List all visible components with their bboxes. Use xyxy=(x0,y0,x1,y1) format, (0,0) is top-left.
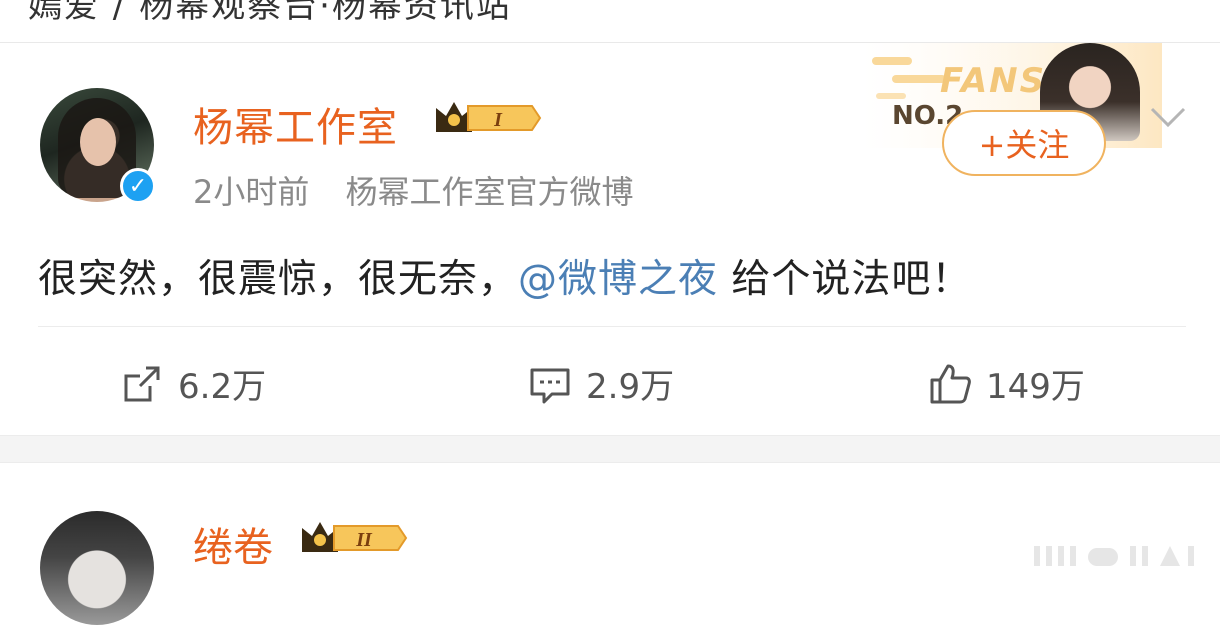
post-content: 很突然，很震惊，很无奈，@微博之夜 给个说法吧！ xyxy=(38,248,971,304)
previous-post-text: 嫣爱 / 杨幂观察台·杨幂资讯站 xyxy=(28,0,512,26)
feed-separator xyxy=(0,436,1220,463)
comment-count: 2.9万 xyxy=(586,367,675,407)
post-source: 杨幂工作室官方微博 xyxy=(345,173,634,211)
content-tail: 给个说法吧！ xyxy=(718,257,972,302)
avatar-face xyxy=(80,118,116,166)
weibo-post: ✓ 杨幂工作室 I 2小时前 杨幂工作室官方微博 很突然，很震惊，很无奈，@微博… xyxy=(0,43,1220,436)
follow-button[interactable]: +关注 xyxy=(942,110,1106,176)
comment-button[interactable]: 2.9万 xyxy=(528,359,674,408)
content-text: 很突然，很震惊，很无奈， xyxy=(38,257,519,302)
like-button[interactable]: 149万 xyxy=(928,359,1085,408)
next-level-badge-text: II xyxy=(355,529,373,551)
like-count: 149万 xyxy=(986,367,1085,407)
comment-icon xyxy=(530,368,570,403)
crown-badge-icon: II xyxy=(302,522,408,552)
watermark-icons xyxy=(1034,546,1194,566)
repost-count: 6.2万 xyxy=(178,367,267,407)
username[interactable]: 杨幂工作室 xyxy=(193,95,398,153)
verified-icon: ✓ xyxy=(120,168,156,204)
previous-post-cut: 嫣爱 / 杨幂观察台·杨幂资讯站 xyxy=(0,0,1220,43)
post-meta: 2小时前 杨幂工作室官方微博 xyxy=(193,167,634,213)
like-icon xyxy=(930,364,971,403)
crown-badge-icon: I xyxy=(436,102,542,132)
chevron-down-icon[interactable] xyxy=(1148,103,1188,133)
repost-icon xyxy=(124,366,160,401)
divider xyxy=(38,326,1186,327)
post-time: 2小时前 xyxy=(193,173,310,211)
mention-link[interactable]: @微博之夜 xyxy=(518,257,718,302)
next-post-username[interactable]: 绻卷 xyxy=(193,515,273,573)
next-post-avatar[interactable] xyxy=(40,511,154,625)
fans-label: FANS xyxy=(940,61,1047,101)
level-badge-text: I xyxy=(493,109,503,131)
repost-button[interactable]: 6.2万 xyxy=(120,359,266,408)
